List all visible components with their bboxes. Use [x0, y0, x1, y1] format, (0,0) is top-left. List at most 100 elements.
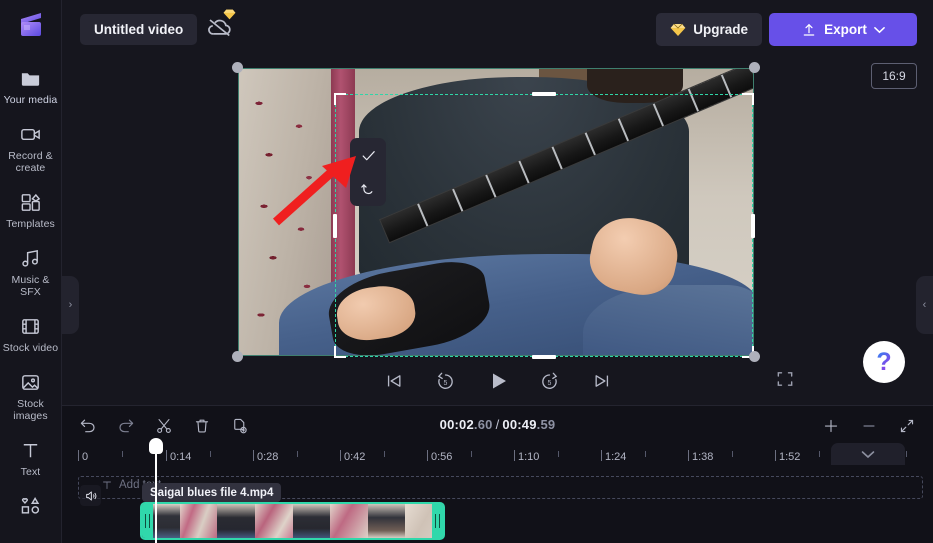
total-time: 00:49 [502, 417, 536, 432]
clip-trim-handle-right[interactable] [432, 504, 443, 538]
skip-to-end-button[interactable] [587, 366, 617, 396]
clipchamp-editor-window: Your media Record & create Templates Mus… [0, 0, 933, 543]
video-camera-icon [19, 122, 43, 146]
clip-volume-button[interactable] [80, 485, 101, 506]
playhead-handle[interactable] [149, 438, 163, 454]
image-icon [19, 370, 43, 394]
minus-icon [860, 417, 878, 435]
timeline-clip[interactable] [140, 502, 445, 540]
film-strip-icon [19, 314, 43, 338]
current-time: 00:02 [440, 417, 474, 432]
sidebar-item-music-sfx[interactable]: Music & SFX [0, 238, 62, 306]
crop-handle-bottom[interactable] [532, 355, 556, 359]
sidebar-item-your-media[interactable]: Your media [0, 58, 62, 114]
zoom-out-button[interactable] [855, 412, 883, 440]
project-title-text: Untitled video [94, 22, 183, 37]
frame-handle-bottom-left[interactable] [232, 351, 243, 362]
chevron-left-icon: ‹ [923, 300, 927, 311]
timeline-toolbar: 00:02.60/00:49.59 [62, 406, 933, 446]
crop-handle-top-right[interactable] [742, 93, 754, 105]
current-time-fraction: .60 [474, 417, 493, 432]
clip-trim-handle-left[interactable] [142, 504, 153, 538]
zoom-in-button[interactable] [817, 412, 845, 440]
undo-icon [79, 417, 97, 435]
sidebar-item-label: Templates [6, 218, 55, 230]
crop-dashed-border [335, 94, 753, 357]
collapse-preview-tab[interactable] [831, 443, 905, 465]
undo-arrow-icon [360, 181, 377, 198]
clip-name-label: Saigal blues file 4.mp4 [150, 487, 273, 499]
folder-icon [19, 66, 43, 90]
premium-gem-icon [223, 9, 236, 20]
forward-5-seconds-button[interactable]: 5 [535, 366, 565, 396]
crop-handle-right[interactable] [751, 214, 755, 238]
timeline-playhead[interactable] [155, 447, 157, 543]
play-icon [486, 369, 510, 393]
crop-reset-button[interactable] [355, 176, 381, 202]
project-title-input[interactable]: Untitled video [80, 14, 197, 45]
fullscreen-icon [775, 369, 799, 389]
sidebar-item-record-create[interactable]: Record & create [0, 114, 62, 182]
export-button[interactable]: Export [769, 13, 917, 46]
crop-confirm-button[interactable] [355, 142, 381, 168]
upgrade-button[interactable]: Upgrade [656, 13, 762, 46]
timeline-panel: 00:02.60/00:49.59 [62, 405, 933, 543]
sidebar-item-stock-images[interactable]: Stock images [0, 362, 62, 430]
skip-to-start-icon [384, 371, 404, 391]
chevron-down-icon [874, 26, 885, 34]
delete-button[interactable] [188, 412, 216, 440]
skip-to-end-icon [592, 371, 612, 391]
templates-icon [19, 190, 43, 214]
crop-handle-top-left[interactable] [334, 93, 346, 105]
play-button[interactable] [483, 366, 513, 396]
clip-name-tooltip: Saigal blues file 4.mp4 [142, 483, 281, 502]
aspect-ratio-button[interactable]: 16:9 [871, 63, 917, 89]
video-canvas[interactable] [238, 68, 754, 356]
undo-button[interactable] [74, 412, 102, 440]
collapse-right-panel-button[interactable]: ‹ [916, 276, 933, 334]
frame-handle-top-left[interactable] [232, 62, 243, 73]
top-bar: Untitled video Upgrade [62, 0, 933, 59]
split-button[interactable] [150, 412, 178, 440]
left-sidebar: Your media Record & create Templates Mus… [0, 0, 62, 543]
fit-to-screen-icon [898, 417, 916, 435]
diamond-icon [670, 23, 686, 37]
sidebar-item-label: Text [21, 466, 41, 478]
text-t-icon [101, 479, 113, 491]
sidebar-item-label: Record & create [2, 150, 60, 174]
chevron-right-icon: › [69, 300, 73, 311]
sidebar-item-shapes[interactable] [0, 486, 62, 530]
svg-text:5: 5 [548, 380, 552, 387]
crop-handle-left[interactable] [333, 214, 337, 238]
fullscreen-button[interactable] [775, 369, 799, 393]
sidebar-item-stock-video[interactable]: Stock video [0, 306, 62, 362]
redo-button[interactable] [112, 412, 140, 440]
crop-selection-rectangle[interactable] [335, 94, 753, 357]
speaker-icon [84, 489, 98, 503]
crop-handle-top[interactable] [532, 92, 556, 96]
sidebar-item-label: Music & SFX [2, 274, 60, 298]
sidebar-item-label: Your media [4, 94, 58, 106]
sidebar-item-templates[interactable]: Templates [0, 182, 62, 238]
clip-thumbnails [142, 504, 443, 538]
sidebar-item-text[interactable]: Text [0, 430, 62, 486]
sidebar-item-label: Stock video [3, 342, 58, 354]
crop-handle-bottom-left[interactable] [334, 346, 346, 358]
expand-left-panel-button[interactable]: › [62, 276, 79, 334]
fit-to-screen-button[interactable] [893, 412, 921, 440]
frame-handle-bottom-right[interactable] [749, 351, 760, 362]
timeline-ruler[interactable]: 0 0:14 0:28 0:42 0:56 1:10 1:24 1:38 1:5… [78, 447, 933, 475]
skip-to-start-button[interactable] [379, 366, 409, 396]
check-icon [360, 147, 377, 164]
frame-handle-top-right[interactable] [749, 62, 760, 73]
help-button[interactable]: ? [863, 341, 905, 383]
scissors-icon [155, 417, 173, 435]
time-separator: / [496, 417, 500, 432]
plus-icon [822, 417, 840, 435]
duplicate-button[interactable] [226, 412, 254, 440]
text-t-icon [19, 438, 43, 462]
rewind-5-seconds-button[interactable]: 5 [431, 366, 461, 396]
export-label: Export [824, 22, 867, 37]
chevron-down-icon [861, 450, 875, 459]
shapes-icon [19, 494, 43, 518]
